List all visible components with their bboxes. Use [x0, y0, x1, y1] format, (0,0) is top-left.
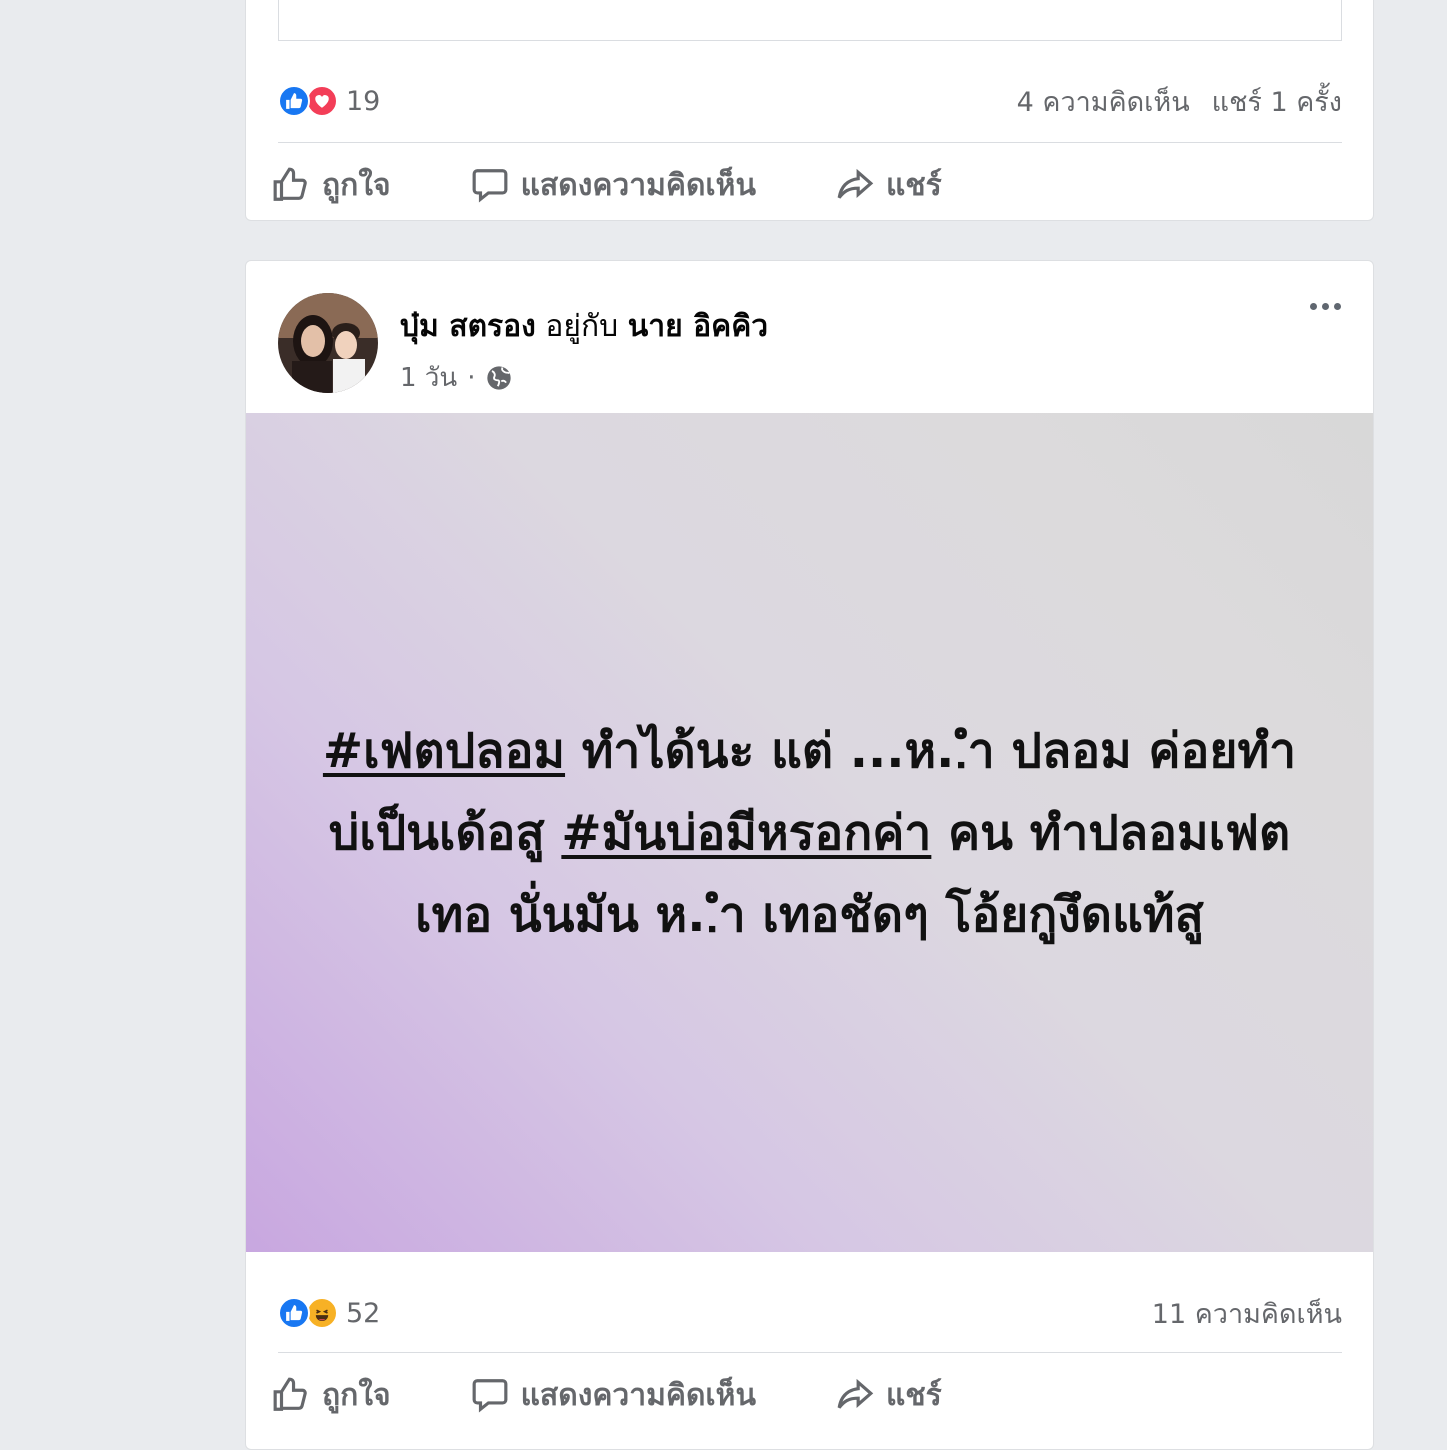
with-label: อยู่กับ — [545, 309, 619, 344]
background-text-post: #เฟตปลอม ทำได้นะ แต่ ...ห..ํา ปลอม ค่อยท… — [246, 413, 1373, 1252]
reaction-summary[interactable]: 19 — [278, 85, 380, 117]
meta-separator: · — [467, 362, 476, 393]
author-name-link[interactable]: บุ๋ม สตรอง — [400, 309, 536, 344]
globe-icon[interactable] — [485, 364, 513, 392]
post-text: #เฟตปลอม ทำได้นะ แต่ ...ห..ํา ปลอม ค่อยท… — [310, 710, 1310, 956]
like-reaction-icon — [278, 1297, 310, 1329]
share-icon — [837, 1378, 874, 1409]
comment-label: แสดงความคิดเห็น — [520, 167, 756, 203]
share-label: แชร์ — [885, 1377, 942, 1413]
avatar[interactable] — [278, 293, 378, 393]
previous-post-media[interactable] — [278, 0, 1342, 41]
more-options-button[interactable] — [1310, 303, 1341, 310]
previous-post-stats: 19 4 ความคิดเห็น แชร์ 1 ครั้ง — [278, 81, 1342, 121]
share-label: แชร์ — [885, 167, 942, 203]
like-button[interactable]: ถูกใจ — [272, 1372, 391, 1419]
share-count-link[interactable]: แชร์ 1 ครั้ง — [1212, 80, 1342, 123]
dot-icon — [1334, 303, 1341, 310]
dot-icon — [1322, 303, 1329, 310]
reaction-count: 19 — [346, 85, 381, 117]
like-label: ถูกใจ — [322, 1377, 391, 1413]
reaction-summary[interactable]: 52 — [278, 1297, 380, 1329]
action-bar: ถูกใจ แสดงความคิดเห็น แชร์ — [272, 155, 1022, 215]
dot-icon — [1310, 303, 1317, 310]
divider — [278, 142, 1342, 143]
reaction-count: 52 — [346, 1297, 381, 1329]
love-reaction-icon — [306, 85, 338, 117]
like-button[interactable]: ถูกใจ — [272, 162, 391, 209]
post-card: บุ๋ม สตรอง อยู่กับ นาย อิคคิว 1 วัน · #เ… — [245, 260, 1374, 1450]
thumbs-up-icon — [273, 167, 307, 201]
haha-reaction-icon — [306, 1297, 338, 1329]
tagged-person-link[interactable]: นาย อิคคิว — [628, 309, 768, 344]
post-author-line: บุ๋ม สตรอง อยู่กับ นาย อิคคิว — [400, 303, 768, 350]
like-label: ถูกใจ — [322, 167, 391, 203]
comment-icon — [472, 169, 507, 203]
action-bar: ถูกใจ แสดงความคิดเห็น แชร์ — [272, 1365, 1022, 1425]
share-icon — [837, 168, 874, 199]
post-time-link[interactable]: 1 วัน — [400, 357, 457, 398]
comment-count-link[interactable]: 4 ความคิดเห็น — [1017, 80, 1190, 123]
post-stats: 52 11 ความคิดเห็น — [278, 1293, 1342, 1333]
comment-count-link[interactable]: 11 ความคิดเห็น — [1152, 1292, 1342, 1335]
comment-button[interactable]: แสดงความคิดเห็น — [471, 162, 756, 209]
comment-button[interactable]: แสดงความคิดเห็น — [471, 1372, 756, 1419]
like-reaction-icon — [278, 85, 310, 117]
share-button[interactable]: แชร์ — [836, 1372, 942, 1419]
thumbs-up-icon — [273, 1377, 307, 1411]
previous-post-card: 19 4 ความคิดเห็น แชร์ 1 ครั้ง ถูกใจ แสดง… — [245, 0, 1374, 221]
comment-icon — [472, 1379, 507, 1413]
hashtag-link[interactable]: #เฟตปลอม — [323, 723, 565, 779]
hashtag-link[interactable]: #มันบ่อมีหรอกค่า — [561, 805, 931, 861]
share-button[interactable]: แชร์ — [836, 162, 942, 209]
post-meta: 1 วัน · — [400, 357, 513, 398]
divider — [278, 1352, 1342, 1353]
comment-label: แสดงความคิดเห็น — [520, 1377, 756, 1413]
